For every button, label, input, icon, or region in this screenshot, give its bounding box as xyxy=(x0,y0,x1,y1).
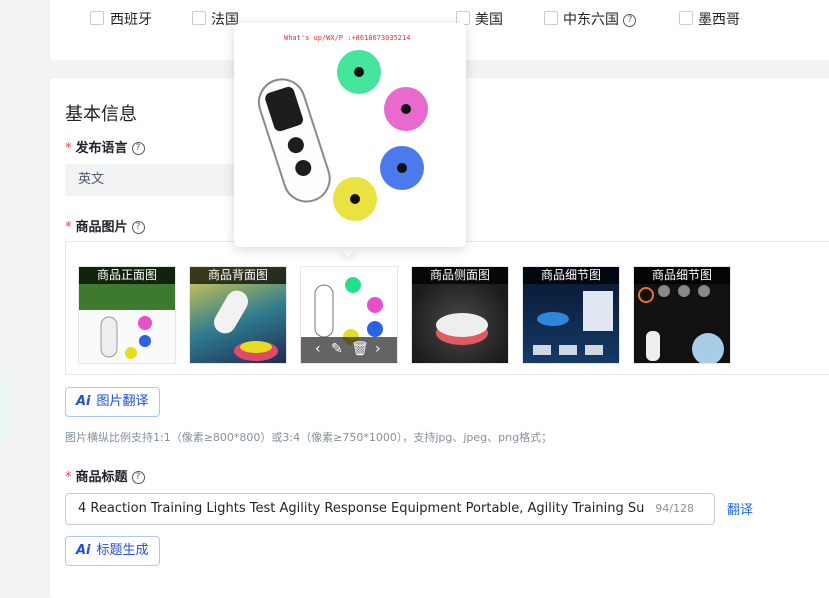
country-label-spain: 西班牙 xyxy=(110,12,152,28)
thumbnail-label: 商品细节图 xyxy=(523,267,619,284)
help-icon[interactable]: ? xyxy=(131,471,145,484)
checkbox-middle-east[interactable] xyxy=(544,11,558,25)
required-asterisk: * xyxy=(65,470,72,485)
thumbnail-action-bar: ‹ ✎ 🗑 › xyxy=(301,337,397,363)
product-thumbnail[interactable]: 商品背面图 xyxy=(189,266,287,364)
required-asterisk: * xyxy=(65,141,72,156)
preview-image xyxy=(257,50,428,221)
section-title: 基本信息 xyxy=(65,104,137,125)
country-label-usa: 美国 xyxy=(475,12,503,28)
help-icon[interactable]: ? xyxy=(131,142,145,155)
checkbox-france[interactable] xyxy=(192,11,206,25)
thumbnail-label: 商品背面图 xyxy=(190,267,286,284)
image-translate-label: 图片翻译 xyxy=(96,394,149,409)
help-icon[interactable]: ? xyxy=(623,13,637,27)
delete-icon[interactable]: 🗑 xyxy=(351,341,369,357)
country-label-mexico: 墨西哥 xyxy=(698,12,740,28)
title-generate-label: 标题生成 xyxy=(96,543,149,558)
ai-icon: Ai xyxy=(76,394,91,409)
language-field-label: * 发布语言? xyxy=(65,137,145,156)
language-label-text: 发布语言 xyxy=(75,141,128,156)
product-thumbnail[interactable]: 商品细节图 xyxy=(633,266,731,364)
product-thumbnail[interactable]: 商品细节图 xyxy=(522,266,620,364)
checkbox-spain[interactable] xyxy=(90,11,104,25)
language-select[interactable]: 英文 xyxy=(65,164,235,196)
thumbnail-label: 商品正面图 xyxy=(79,267,175,284)
images-label-text: 商品图片 xyxy=(75,220,128,235)
image-format-hint: 图片横纵比例支持1:1（像素≥800*800）或3:4（像素≥750*1000）… xyxy=(65,431,553,444)
title-translate-link[interactable]: 翻译 xyxy=(727,499,753,518)
product-thumbnail-hovered[interactable]: ‹ ✎ 🗑 › xyxy=(300,266,398,364)
product-thumbnail[interactable]: 商品正面图 xyxy=(78,266,176,364)
left-edge-decoration xyxy=(0,380,8,440)
images-field-label: * 商品图片? xyxy=(65,216,145,235)
title-generate-button[interactable]: Ai 标题生成 xyxy=(65,536,160,566)
product-image-panel: 商品正面图 商品背面图 ‹ ✎ 🗑 › 商品侧面图 商品细节图 商品细节图 xyxy=(65,241,829,375)
edit-icon[interactable]: ✎ xyxy=(331,341,343,357)
product-title-input[interactable]: 4 Reaction Training Lights Test Agility … xyxy=(65,493,715,525)
title-label-text: 商品标题 xyxy=(75,470,128,485)
image-translate-button[interactable]: Ai 图片翻译 xyxy=(65,387,160,417)
country-label-middle-east: 中东六国 xyxy=(563,12,619,28)
image-preview-popover: What's up/WX/P :+8618673035214 xyxy=(234,23,466,247)
title-field-label: * 商品标题? xyxy=(65,466,145,485)
required-asterisk: * xyxy=(65,220,72,235)
product-thumbnail[interactable]: 商品侧面图 xyxy=(411,266,509,364)
move-right-icon[interactable]: › xyxy=(375,341,381,357)
thumbnail-label: 商品细节图 xyxy=(634,267,730,284)
ai-icon: Ai xyxy=(76,543,91,558)
thumbnail-label: 商品侧面图 xyxy=(412,267,508,284)
title-char-counter: 94/128 xyxy=(655,502,694,515)
product-title-value: 4 Reaction Training Lights Test Agility … xyxy=(78,501,644,516)
move-left-icon[interactable]: ‹ xyxy=(315,341,321,357)
country-label-middle-east-wrap: 中东六国 ? xyxy=(563,9,637,29)
checkbox-mexico[interactable] xyxy=(679,11,693,25)
help-icon[interactable]: ? xyxy=(131,221,145,234)
